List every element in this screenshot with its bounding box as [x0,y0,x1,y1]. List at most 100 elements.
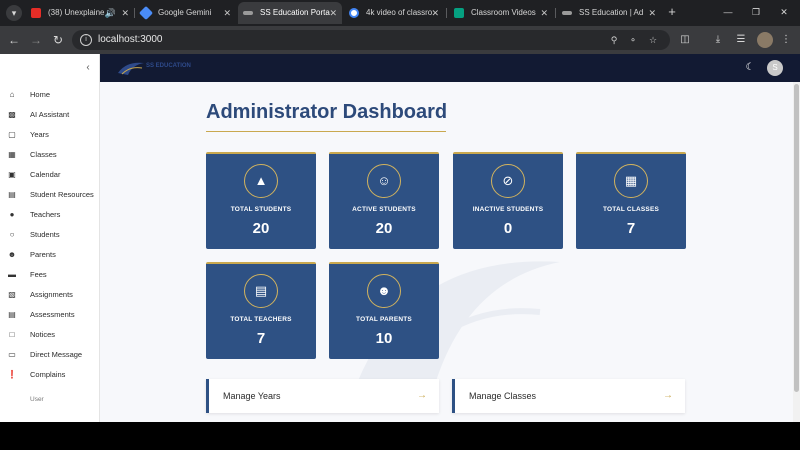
tab-google-search[interactable]: 4k video of classro ✕ [344,2,444,24]
tab-pexels[interactable]: Classroom Videos ✕ [449,2,553,24]
new-tab-button[interactable]: + [664,4,680,20]
clipboard-icon: ▧ [8,290,16,299]
sidebar-item-direct-message[interactable]: ▭ Direct Message [0,346,99,364]
tab-title: 4k video of classro [366,8,433,17]
sidebar-item-label: Teachers [30,210,61,219]
sidebar-section-label: User [30,396,44,403]
family-icon: ☻ [7,250,17,259]
stat-card-total-classes: ▦ TOTAL CLASSES 7 [576,152,686,249]
sidebar-item-years[interactable]: ▢ Years [0,126,99,144]
sidebar-item-label: Direct Message [30,350,83,359]
sidebar-item-complains[interactable]: ❗ Complains [0,366,99,384]
password-key-icon[interactable]: ⚬ [627,34,639,46]
tab-title: (38) Unexplaine [48,8,105,17]
tab-gemini[interactable]: Google Gemini ✕ [136,2,236,24]
profile-avatar[interactable] [757,32,773,48]
manage-link-label: Manage Years [223,391,281,401]
alert-icon: ❗ [7,370,17,379]
sidebar-item-classes[interactable]: ▦ Classes [0,146,99,164]
sidebar-item-student-resources[interactable]: ▤ Student Resources [0,186,99,204]
book-open-icon: ▦ [8,150,16,159]
users-icon: ● [9,210,15,219]
menu-dots-icon[interactable]: ⋮ [778,32,794,48]
sidebar-item-assignments[interactable]: ▧ Assignments [0,286,99,304]
minimize-icon[interactable]: — [720,4,736,20]
main-content: Administrator Dashboard ▲ TOTAL STUDENTS… [100,82,793,422]
logo-text: SS EDUCATION [146,63,191,69]
media-control-icon[interactable]: ☰ [733,32,749,48]
sidebar-item-label: Home [30,90,51,99]
collapse-sidebar-icon[interactable]: ‹ [82,62,94,74]
tab-ss-education-admin[interactable]: SS Education | Ad ✕ [557,2,661,24]
zoom-icon[interactable]: ⚲ [608,34,620,46]
tab-title: Google Gemini [158,8,212,17]
stat-card-total-parents: ☻ TOTAL PARENTS 10 [329,262,439,359]
sidebar-item-fees[interactable]: ▬ Fees [0,266,99,284]
tab-youtube[interactable]: (38) Unexplaine 🔊 ✕ [26,2,134,24]
pexels-icon [454,8,464,18]
stat-value: 7 [256,330,266,347]
manage-years-link[interactable]: Manage Years → [206,379,439,413]
sidebar-item-notices[interactable]: □ Notices [0,326,99,344]
restore-icon[interactable]: ❐ [748,4,764,20]
url-text[interactable]: localhost:3000 [98,30,163,50]
sidebar-item-students[interactable]: ○ Students [0,226,99,244]
sidebar-item-label: Students [30,230,60,239]
sidebar-item-home[interactable]: ⌂ Home [0,86,99,104]
dark-mode-toggle-icon[interactable]: ☾ [744,62,756,74]
tab-divider [446,8,447,18]
bookmark-star-icon[interactable]: ☆ [647,34,659,46]
speaker-icon[interactable]: 🔊 [105,2,116,24]
browser-toolbar: ← → ↻ i localhost:3000 ⚲ ⚬ ☆ ◫ ⤓ ☰ ⋮ [0,26,800,54]
sidebar-item-teachers[interactable]: ● Teachers [0,206,99,224]
forward-icon[interactable]: → [28,32,44,48]
download-icon[interactable]: ⤓ [710,32,726,48]
stat-value: 7 [626,220,636,237]
close-icon[interactable]: ✕ [431,2,439,24]
reload-icon[interactable]: ↻ [50,32,66,48]
tab-title: Classroom Videos [471,8,536,17]
scrollbar-thumb[interactable] [794,84,799,392]
stat-card-total-teachers: ▤ TOTAL TEACHERS 7 [206,262,316,359]
stat-label: TOTAL TEACHERS [230,316,292,323]
stat-value: 0 [503,220,513,237]
gemini-icon [138,5,154,21]
arrow-right-icon: → [663,390,673,401]
sidebar-item-parents[interactable]: ☻ Parents [0,246,99,264]
sidebar-item-label: AI Assistant [30,110,70,119]
person-icon: ☺ [367,164,401,198]
sidebar-item-assessments[interactable]: ▤ Assessments [0,306,99,324]
close-icon[interactable]: ✕ [223,2,231,24]
tab-ss-education-portal[interactable]: SS Education Porta ✕ [238,2,342,24]
sidebar-item-calendar[interactable]: ▣ Calendar [0,166,99,184]
tab-search-icon[interactable]: ▾ [6,5,22,21]
address-bar[interactable]: i localhost:3000 ⚲ ⚬ ☆ [72,30,670,50]
close-icon[interactable]: ✕ [540,2,548,24]
person-off-icon: ⊘ [491,164,525,198]
sidebar: ‹ ⌂ Home ▩ AI Assistant ▢ Years ▦ Classe… [0,54,100,422]
extensions-icon[interactable]: ◫ [677,32,693,48]
document-icon: ▤ [8,310,16,319]
stat-card-active-students: ☺ ACTIVE STUDENTS 20 [329,152,439,249]
close-icon[interactable]: ✕ [648,2,656,24]
window-close-icon[interactable]: ✕ [776,4,792,20]
page-title: Administrator Dashboard [206,101,448,123]
sidebar-item-ai-assistant[interactable]: ▩ AI Assistant [0,106,99,124]
tab-title: SS Education | Ad [579,8,644,17]
page-scrollbar[interactable] [793,82,800,422]
site-info-icon[interactable]: i [80,34,92,46]
manage-classes-link[interactable]: Manage Classes → [452,379,685,413]
notice-icon: □ [9,330,15,339]
close-icon[interactable]: ✕ [329,2,337,24]
stat-label: ACTIVE STUDENTS [352,206,416,213]
stat-card-total-students: ▲ TOTAL STUDENTS 20 [206,152,316,249]
tab-title: SS Education Porta [260,8,330,17]
sidebar-item-label: Classes [30,150,57,159]
avatar[interactable]: S [767,60,783,76]
sidebar-item-label: Student Resources [30,190,94,199]
close-icon[interactable]: ✕ [121,2,129,24]
stat-label: TOTAL STUDENTS [230,206,292,213]
back-icon[interactable]: ← [6,32,22,48]
ss-education-logo[interactable] [116,59,146,77]
stat-label: TOTAL CLASSES [602,206,660,213]
